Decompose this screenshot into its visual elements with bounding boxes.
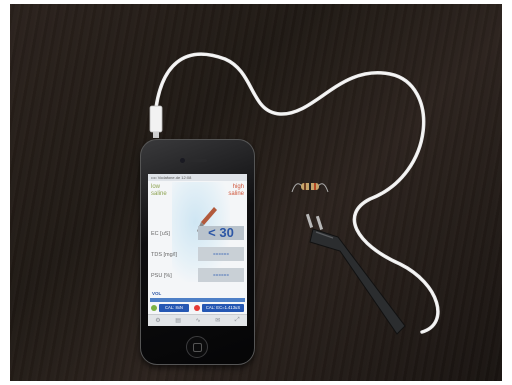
cal-right-button[interactable]: CAL: EC=1.413uS xyxy=(202,304,244,312)
photo: •••• Vodafone.de 12:08 low saline high s… xyxy=(10,4,502,381)
ec-label: EC [uS] xyxy=(151,231,170,237)
status-bar: •••• Vodafone.de 12:08 xyxy=(148,174,247,181)
tab-expand-icon[interactable]: ⤢ xyxy=(235,317,240,324)
app-screen: •••• Vodafone.de 12:08 low saline high s… xyxy=(148,174,247,326)
volume-slider[interactable] xyxy=(150,298,245,302)
earpiece-speaker xyxy=(189,159,207,162)
status-alert-icon xyxy=(194,305,200,311)
tds-label: TDS [mg/l] xyxy=(151,252,177,258)
tds-value: ------ xyxy=(198,247,244,261)
smartphone: •••• Vodafone.de 12:08 low saline high s… xyxy=(140,139,255,365)
ec-value: < 30 xyxy=(198,226,244,240)
probe xyxy=(305,213,406,335)
status-ok-icon xyxy=(151,305,157,311)
front-camera xyxy=(180,158,185,163)
tab-settings-icon[interactable]: ⚙ xyxy=(155,317,160,324)
tab-graph-icon[interactable]: ∿ xyxy=(196,317,201,324)
home-button[interactable] xyxy=(186,336,208,358)
cal-left-button[interactable]: CAL: 8xN xyxy=(159,304,189,312)
tab-bar: ⚙ ▤ ∿ ✉ ⤢ xyxy=(148,314,247,326)
high-saline-label: high saline xyxy=(228,184,244,197)
vol-label: VOL xyxy=(152,291,162,296)
psu-label: PSU [%] xyxy=(151,273,172,279)
tab-list-icon[interactable]: ▤ xyxy=(175,317,181,324)
psu-value: ------ xyxy=(198,268,244,282)
low-saline-label: low saline xyxy=(151,184,167,197)
resistor xyxy=(291,183,329,193)
tab-mail-icon[interactable]: ✉ xyxy=(215,317,220,324)
